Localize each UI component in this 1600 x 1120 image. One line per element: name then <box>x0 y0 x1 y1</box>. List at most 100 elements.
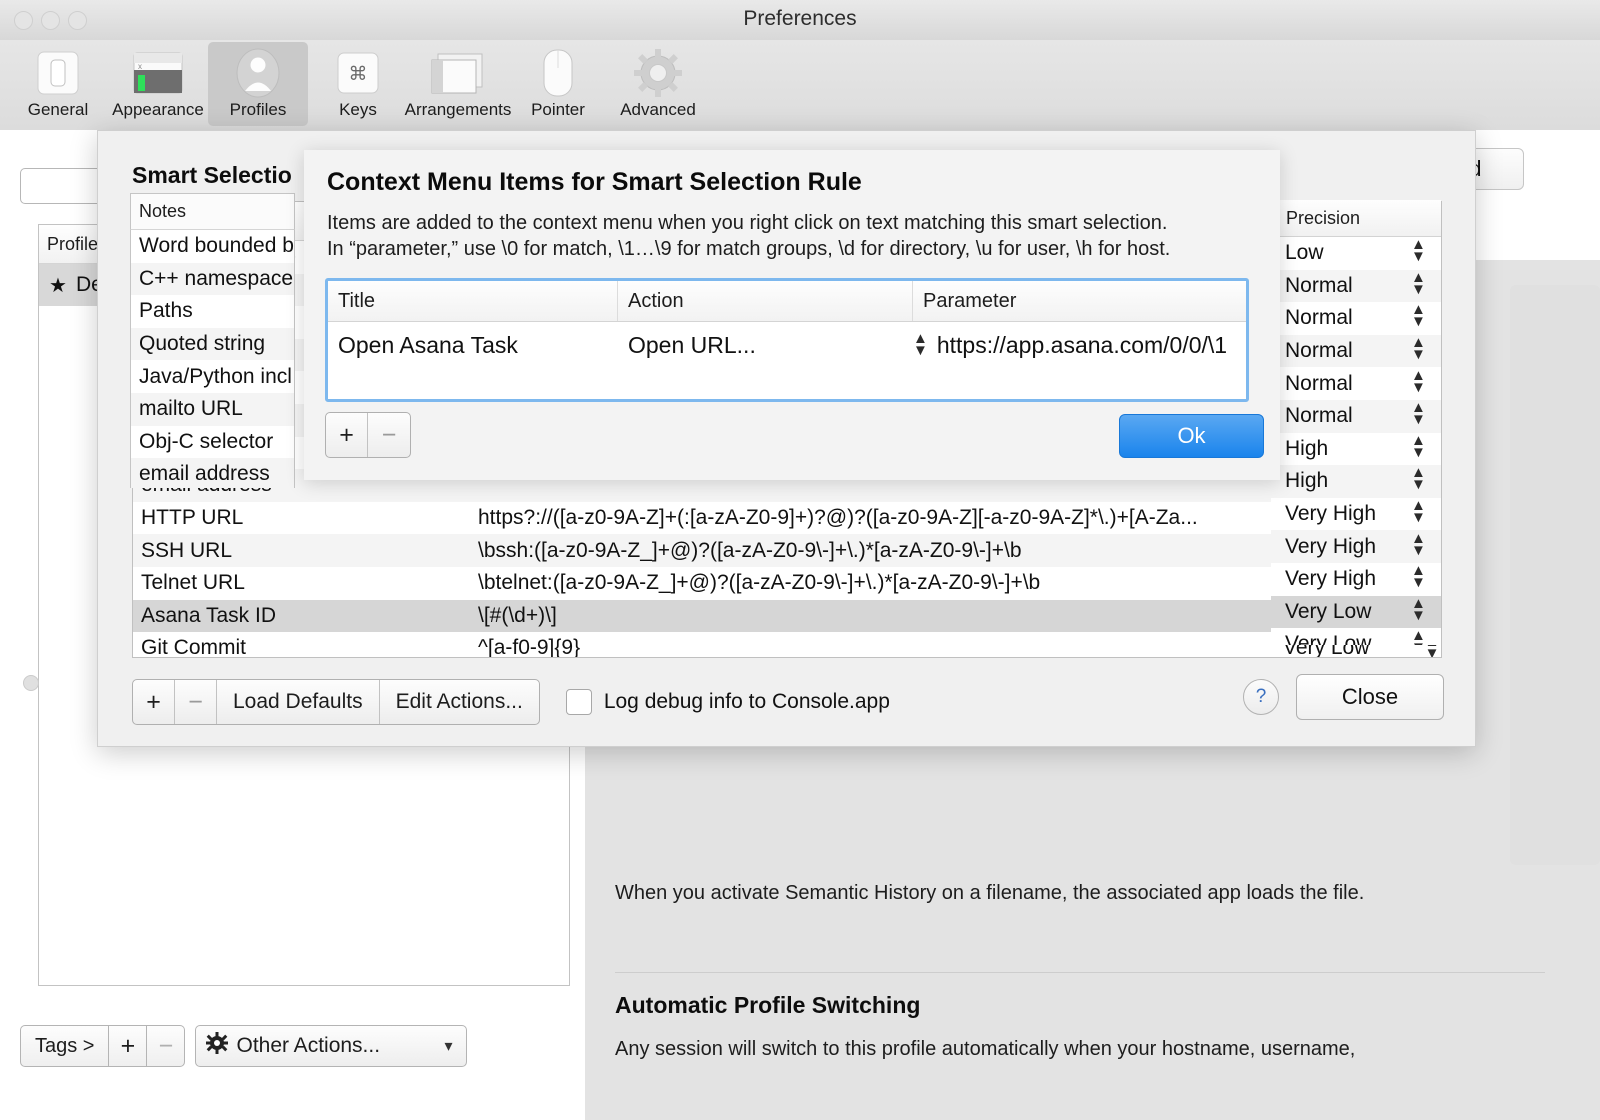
precision-stepper[interactable]: ▲▼ <box>1411 400 1426 430</box>
toolbar-item-pointer[interactable]: Pointer <box>508 42 608 126</box>
precision-row[interactable]: Very High ▲ ▼ <box>1271 562 1441 596</box>
other-actions-dropdown[interactable]: Other Actions... ▾ <box>195 1025 468 1067</box>
context-menu-items-table[interactable]: Title Action Parameter Open Asana Task O… <box>325 278 1249 402</box>
precision-stepper[interactable]: ▲▼ <box>1411 335 1426 365</box>
log-debug-checkbox[interactable] <box>565 689 592 715</box>
precision-row[interactable]: Normal ▲ ▼ <box>1271 367 1441 400</box>
toolbar-item-arrangements[interactable]: Arrangements <box>405 42 511 126</box>
list-item[interactable]: Paths <box>130 295 295 328</box>
window-title: Preferences <box>743 7 857 30</box>
cell-title[interactable]: Open Asana Task <box>328 332 618 359</box>
toolbar-item-profiles[interactable]: Profiles <box>208 42 308 126</box>
list-item[interactable]: Quoted string <box>130 327 295 361</box>
column-header-title: Title <box>328 281 618 321</box>
stepper-icon[interactable]: ▲▼ <box>1411 237 1426 264</box>
toolbar-item-appearance[interactable]: x Appearance <box>108 42 208 126</box>
scroll-handle[interactable] <box>23 675 39 691</box>
cell-parameter-wrap[interactable]: ▲ ▼ https://app.asana.com/0/0/\1 <box>913 331 1227 359</box>
list-item[interactable]: email address <box>130 458 295 488</box>
cell-rule-name: SSH URL <box>141 538 233 562</box>
cell-parameter[interactable]: https://app.asana.com/0/0/\1 <box>937 332 1227 359</box>
list-item[interactable]: C++ namespace <box>130 262 295 296</box>
precision-stepper[interactable]: ▲▼ <box>1411 563 1426 593</box>
edit-actions-button[interactable]: Edit Actions... <box>380 680 539 724</box>
cell-rule-name: Asana Task ID <box>141 603 277 627</box>
precision-stepper[interactable]: ▲▼ <box>1411 596 1426 626</box>
precision-stepper[interactable]: ▲▼ <box>1411 498 1426 528</box>
context-menu-table-row[interactable]: Open Asana Task Open URL... ▲ ▼ https://a… <box>328 322 1246 368</box>
load-defaults-button[interactable]: Load Defaults <box>217 680 380 724</box>
remove-context-item-button[interactable]: − <box>368 413 410 457</box>
list-item[interactable]: Java/Python incl <box>130 360 295 393</box>
precision-stepper[interactable]: ▲▼ <box>1411 433 1426 463</box>
log-debug-label: Log debug info to Console.app <box>603 690 890 713</box>
smart-selection-button-group: + − Load Defaults Edit Actions... <box>132 679 540 725</box>
precision-stepper[interactable]: ▲▼ <box>1411 531 1426 561</box>
help-button[interactable]: ? <box>1243 679 1279 715</box>
stepper-icon[interactable]: ▲▼ <box>1411 596 1426 623</box>
toolbar-item-keys[interactable]: ⌘ Keys <box>308 42 408 126</box>
toolbar-label-general: General <box>27 100 89 119</box>
list-item[interactable]: mailto URL <box>130 392 295 426</box>
description-line-2: In “parameter,” use \0 for match, \1…\9 … <box>327 238 1171 260</box>
precision-value: Very High <box>1285 534 1377 558</box>
precision-stepper[interactable]: ▲▼ <box>1411 270 1426 300</box>
precision-row[interactable]: Very Low ▲▼ <box>1271 628 1441 645</box>
toolbar-item-advanced[interactable]: Advanced <box>608 42 708 126</box>
remove-rule-button[interactable]: − <box>175 680 217 724</box>
add-rule-button[interactable]: + <box>133 680 175 724</box>
precision-value: Normal <box>1285 339 1353 363</box>
stepper-icon[interactable]: ▲▼ <box>1411 302 1426 329</box>
precision-row[interactable]: High ▲ ▼ <box>1271 465 1441 498</box>
table-row[interactable]: Telnet URL \btelnet:([a-z0-9A-Z_]+@)?([a-… <box>133 567 1441 600</box>
list-item[interactable]: Obj-C selector <box>130 425 295 459</box>
stepper-icon[interactable]: ▲▼ <box>1411 498 1426 525</box>
tags-button[interactable]: Tags > <box>20 1025 110 1067</box>
precision-stepper[interactable]: ▲▼ <box>1411 628 1426 645</box>
stepper-icon[interactable]: ▲▼ <box>1411 628 1426 645</box>
precision-stepper[interactable]: ▲▼ <box>1411 465 1426 495</box>
precision-row[interactable]: High ▲ ▼ <box>1271 432 1441 466</box>
stepper-icon[interactable]: ▲▼ <box>1411 270 1426 297</box>
precision-value: Normal <box>1285 404 1353 428</box>
toolbar-label-advanced: Advanced <box>620 100 696 119</box>
precision-stepper[interactable]: ▲▼ <box>1411 237 1426 267</box>
add-context-item-button[interactable]: + <box>326 413 368 457</box>
precision-value: Low <box>1285 241 1324 265</box>
toolbar-label-arrangements: Arrangements <box>404 100 512 119</box>
precision-row[interactable]: Very High ▲ ▼ <box>1271 497 1441 531</box>
toolbar-items: General x Appearance Profiles ⌘ Keys Arr… <box>8 40 708 126</box>
stepper-icon[interactable]: ▲▼ <box>1411 433 1426 460</box>
stepper-icon[interactable]: ▲▼ <box>1411 400 1426 427</box>
table-row[interactable]: HTTP URL https?://([a-z0-9A-Z]+(:[a-zA-Z0… <box>133 502 1441 535</box>
stepper-icon[interactable]: ▲▼ <box>1411 531 1426 558</box>
precision-row[interactable]: Low ▲ ▼ <box>1271 237 1441 270</box>
precision-row[interactable]: Normal ▲ ▼ <box>1271 334 1441 368</box>
close-button[interactable]: Close <box>1296 674 1444 720</box>
stepper-icon[interactable]: ▲▼ <box>1411 368 1426 395</box>
stepper-icon[interactable]: ▲▼ <box>913 331 928 358</box>
precision-row[interactable]: Very High ▲ ▼ <box>1271 530 1441 563</box>
add-profile-button[interactable]: + <box>109 1025 148 1067</box>
table-row[interactable]: Asana Task ID \[#(\d+)\] Very Low ▲▼ <box>133 599 1441 633</box>
precision-row[interactable]: Normal ▲ ▼ <box>1271 302 1441 335</box>
stepper-icon[interactable]: ▲▼ <box>1411 465 1426 492</box>
table-row[interactable]: SSH URL \bssh:([a-z0-9A-Z_]+@)?([a-zA-Z0-… <box>133 534 1441 567</box>
precision-row[interactable]: Very Low ▲▼ <box>1271 595 1441 629</box>
log-debug-checkbox-wrap[interactable]: Log debug info to Console.app <box>565 689 890 715</box>
precision-stepper[interactable]: ▲▼ <box>1411 368 1426 398</box>
stepper-icon[interactable]: ▲▼ <box>1411 335 1426 362</box>
precision-stepper[interactable]: ▲▼ <box>1411 302 1426 332</box>
toolbar-label-pointer: Pointer <box>531 100 585 119</box>
stepper-icon[interactable]: ▲▼ <box>1411 563 1426 590</box>
table-row[interactable]: Git Commit^[a-f0-9]{9}Very Low▲▼ <box>133 632 1441 657</box>
precision-row[interactable]: Normal ▲ ▼ <box>1271 399 1441 433</box>
cell-action[interactable]: Open URL... <box>618 332 913 359</box>
precision-row[interactable]: Normal ▲ ▼ <box>1271 269 1441 303</box>
mouse-icon <box>540 47 576 99</box>
toolbar-item-general[interactable]: General <box>8 42 108 126</box>
remove-profile-button[interactable]: − <box>147 1025 186 1067</box>
ok-button[interactable]: Ok <box>1119 414 1264 458</box>
list-item[interactable]: Word bounded b <box>130 230 295 263</box>
precision-value: High <box>1285 436 1329 460</box>
